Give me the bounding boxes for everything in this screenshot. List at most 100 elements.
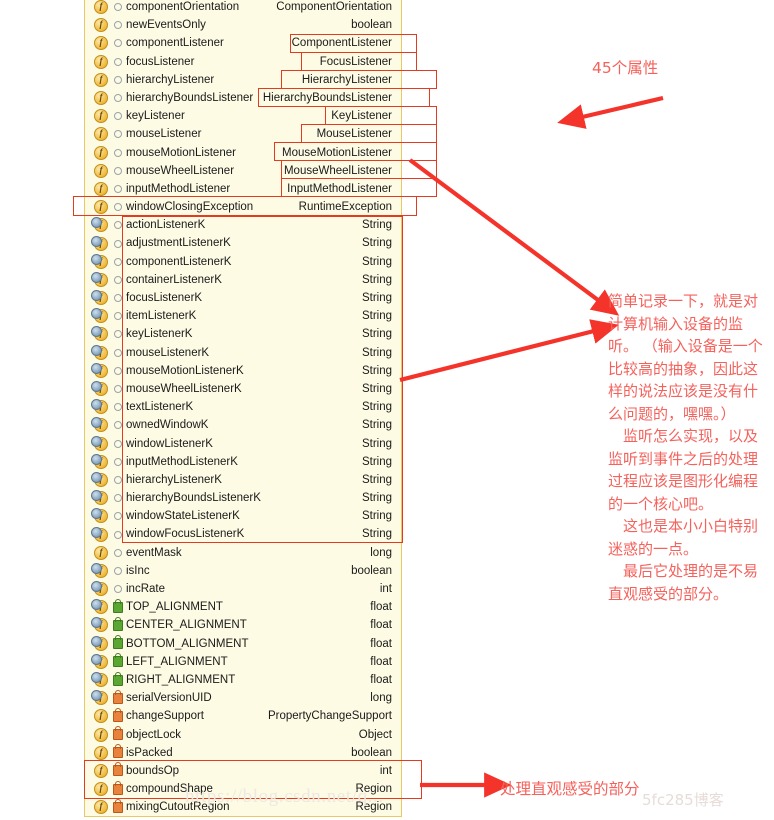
structure-row[interactable]: f eventMask long [85,544,401,562]
field-name: mouseMotionListener [126,146,236,159]
field-type: String [361,237,392,250]
structure-row[interactable]: f containerListenerK String [85,271,401,289]
package-badge [114,403,122,412]
package-badge [114,475,122,484]
package-badge [114,257,122,266]
structure-row[interactable]: f CENTER_ALIGNMENT float [85,616,401,634]
static-field-icon: f [91,435,108,451]
static-field-icon: f [91,690,108,706]
field-icon: f [94,782,108,797]
structure-row[interactable]: f componentOrientation ComponentOrientatio… [85,0,401,16]
structure-row[interactable]: f keyListener KeyListener [85,107,401,125]
structure-row[interactable]: f mouseListener MouseListener [85,125,401,143]
structure-row[interactable]: f BOTTOM_ALIGNMENT float [85,635,401,653]
structure-panel[interactable]: f componentOrientation ComponentOrientatio… [84,0,402,818]
static-field-icon: f [91,326,108,342]
structure-row[interactable]: f mouseWheelListenerK String [85,380,401,398]
package-badge [114,57,122,66]
field-name: BOTTOM_ALIGNMENT [126,637,249,650]
structure-row[interactable]: f mouseMotionListener MouseMotionListener [85,144,401,162]
structure-row[interactable]: f changeSupport PropertyChangeSupport [85,707,401,725]
field-icon: f [94,763,108,778]
structure-row[interactable]: f hierarchyBoundsListenerK String [85,489,401,507]
field-name: itemListenerK [126,310,197,323]
structure-row[interactable]: f focusListenerK String [85,289,401,307]
row-icons: f [85,417,125,433]
package-badge [114,75,122,84]
structure-row[interactable]: f boundsOp int [85,762,401,780]
field-type: String [361,455,392,468]
field-name: ownedWindowK [126,419,209,432]
structure-row[interactable]: f windowFocusListenerK String [85,525,401,543]
row-icons: f [85,616,125,633]
field-type: String [361,364,392,377]
structure-row[interactable]: f hierarchyListener HierarchyListener [85,71,401,89]
row-icons: f [85,362,125,378]
field-type: float [370,673,392,686]
field-icon: f [94,127,108,142]
structure-row[interactable]: f isInc boolean [85,562,401,580]
structure-row[interactable]: f mouseWheelListener MouseWheelListener [85,162,401,180]
field-icon: f [94,54,108,69]
package-badge [114,221,122,230]
field-icon: f [94,109,108,124]
structure-row[interactable]: f windowListenerK String [85,435,401,453]
static-field-icon: f [91,453,108,469]
package-badge [114,130,122,139]
field-type: String [361,419,392,432]
structure-row[interactable]: f windowStateListenerK String [85,507,401,525]
field-name: RIGHT_ALIGNMENT [126,673,236,686]
structure-row[interactable]: f windowClosingException RuntimeException [85,198,401,216]
field-name: objectLock [126,728,181,741]
field-name: CENTER_ALIGNMENT [126,619,247,632]
structure-row[interactable]: f mouseMotionListenerK String [85,362,401,380]
structure-row[interactable]: f actionListenerK String [85,216,401,234]
row-icons: f [85,780,125,797]
structure-row[interactable]: f keyListenerK String [85,325,401,343]
field-type: MouseWheelListener [283,164,392,177]
structure-row[interactable]: f TOP_ALIGNMENT float [85,598,401,616]
structure-row[interactable]: f hierarchyBoundsListener HierarchyBoundsL… [85,89,401,107]
structure-row[interactable]: f hierarchyListenerK String [85,471,401,489]
structure-row[interactable]: f componentListener ComponentListener [85,34,401,52]
structure-row[interactable]: f componentListenerK String [85,253,401,271]
structure-row[interactable]: f itemListenerK String [85,307,401,325]
structure-row[interactable]: f LEFT_ALIGNMENT float [85,653,401,671]
row-icons: f [85,435,125,451]
static-field-icon: f [91,581,108,597]
structure-row[interactable]: f ownedWindowK String [85,416,401,434]
field-icon: f [94,745,108,760]
structure-row[interactable]: f serialVersionUID long [85,689,401,707]
field-name: textListenerK [126,401,194,414]
static-field-icon: f [91,362,108,378]
field-type: HierarchyBoundsListener [262,91,392,104]
field-icon: f [94,36,108,51]
structure-row[interactable]: f RIGHT_ALIGNMENT float [85,671,401,689]
row-icons: f [85,145,125,160]
structure-row[interactable]: f textListenerK String [85,398,401,416]
structure-row[interactable]: f objectLock Object [85,726,401,744]
package-badge [114,312,122,321]
structure-row[interactable]: f inputMethodListener InputMethodListener [85,180,401,198]
public-lock-badge [113,616,123,631]
field-type: String [361,473,392,486]
field-type: long [370,692,392,705]
field-type: String [361,437,392,450]
structure-row[interactable]: f newEventsOnly boolean [85,16,401,34]
structure-row[interactable]: f focusListener FocusListener [85,53,401,71]
structure-row[interactable]: f adjustmentListenerK String [85,234,401,252]
structure-row[interactable]: f inputMethodListenerK String [85,453,401,471]
row-icons: f [85,217,125,233]
package-badge [114,3,122,12]
row-icons: f [85,235,125,251]
structure-row[interactable]: f incRate int [85,580,401,598]
structure-row[interactable]: f isPacked boolean [85,744,401,762]
structure-row[interactable]: f mouseListenerK String [85,344,401,362]
private-lock-badge [113,744,123,759]
static-field-icon: f [91,290,108,306]
field-icon: f [94,72,108,87]
field-name: windowClosingException [126,201,254,214]
field-type: FocusListener [319,55,392,68]
static-field-icon: f [91,672,108,688]
field-name: focusListener [126,55,195,68]
